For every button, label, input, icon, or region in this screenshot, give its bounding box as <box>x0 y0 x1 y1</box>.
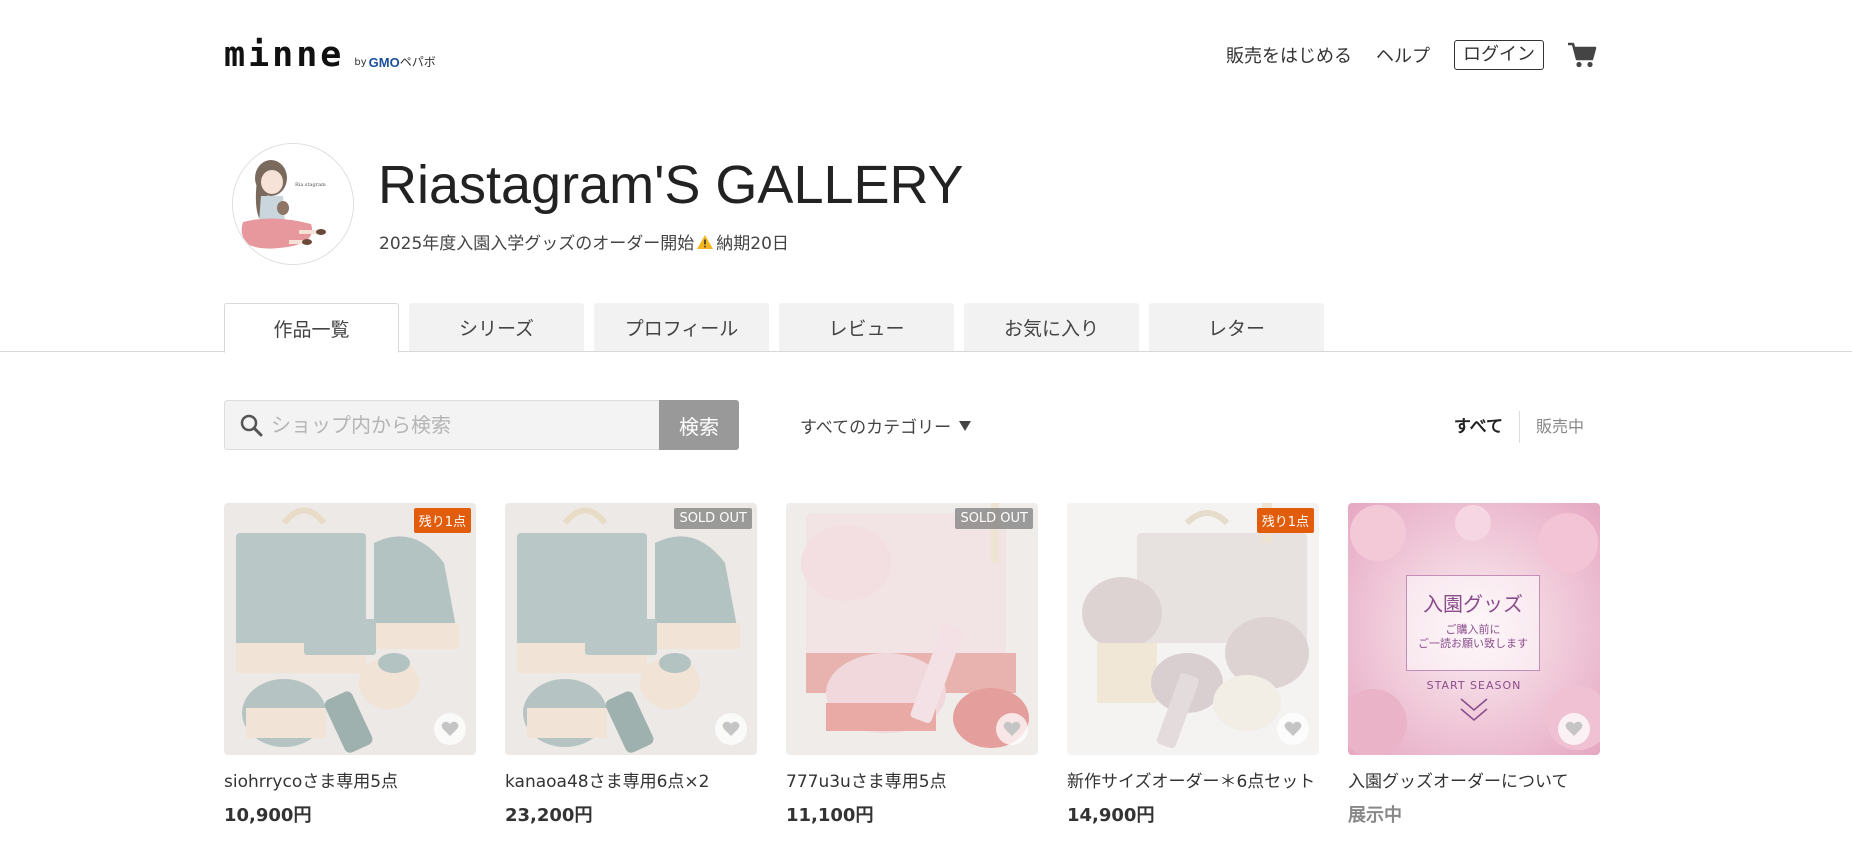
item-grid: 残り1点 siohrrycoさま専用5点 10,900円 SOLD OUT ka… <box>224 503 1600 827</box>
tab-favorites[interactable]: お気に入り <box>964 303 1139 351</box>
filter-all[interactable]: すべて <box>1454 411 1520 443</box>
category-select[interactable]: すべてのカテゴリー <box>800 413 972 438</box>
shop-description-deadline: 納期20日 <box>716 234 789 254</box>
item-title[interactable]: 777u3uさま専用5点 <box>786 767 1038 792</box>
shop-tabs: 作品一覧 シリーズ プロフィール レビュー お気に入り レター <box>224 303 1334 353</box>
notice-frame: 入園グッズ ご購入前に ご一読お願い致します <box>1406 575 1540 671</box>
sold-out-badge: SOLD OUT <box>955 508 1033 529</box>
login-button[interactable]: ログイン <box>1454 40 1544 70</box>
item-thumbnail[interactable]: 残り1点 <box>1067 503 1319 755</box>
favorite-heart-icon[interactable] <box>996 713 1028 745</box>
item-title[interactable]: siohrrycoさま専用5点 <box>224 767 476 792</box>
item-price: 10,900円 <box>224 805 312 826</box>
item-price: 23,200円 <box>505 805 593 826</box>
favorite-heart-icon[interactable] <box>434 713 466 745</box>
help-link[interactable]: ヘルプ <box>1376 42 1430 68</box>
search-input[interactable] <box>271 413 651 437</box>
svg-text:Ria.stagram: Ria.stagram <box>295 182 326 188</box>
minne-logo[interactable]: minne by GMO ペパボ <box>224 35 436 75</box>
item-price: 11,100円 <box>786 805 874 826</box>
notice-line: ご一読お願い致します <box>1418 637 1528 650</box>
item-card[interactable]: SOLD OUT kanaoa48さま専用6点×2 23,200円 <box>505 503 757 827</box>
shop-description-text: 2025年度入園入学グッズのオーダー開始 <box>379 234 695 254</box>
item-card[interactable]: 残り1点 新作サイズオーダー＊6点セット 14,900円 <box>1067 503 1319 827</box>
logo-gmo: GMO <box>368 55 400 70</box>
item-thumbnail[interactable]: SOLD OUT <box>786 503 1038 755</box>
item-thumbnail[interactable]: 残り1点 <box>224 503 476 755</box>
sold-out-badge: SOLD OUT <box>674 508 752 529</box>
shop-description: 2025年度入園入学グッズのオーダー開始 納期20日 <box>379 229 789 254</box>
search-icon <box>239 413 263 437</box>
stock-badge: 残り1点 <box>1256 508 1314 533</box>
item-title[interactable]: kanaoa48さま専用6点×2 <box>505 767 757 792</box>
notice-line: ご購入前に <box>1445 623 1501 636</box>
item-card[interactable]: SOLD OUT 777u3uさま専用5点 11,100円 <box>786 503 1038 827</box>
tab-series[interactable]: シリーズ <box>409 303 584 351</box>
warning-icon <box>696 234 714 250</box>
header-nav: 販売をはじめる ヘルプ ログイン <box>1202 38 1598 72</box>
shop-avatar: Ria.stagram <box>232 143 354 265</box>
logo-wordmark: minne <box>224 35 345 75</box>
sale-filter: すべて 販売中 <box>1454 411 1584 443</box>
item-price: 14,900円 <box>1067 805 1155 826</box>
category-label: すべてのカテゴリー <box>800 418 952 438</box>
logo-pepabo: ペパボ <box>399 55 436 69</box>
tab-reviews[interactable]: レビュー <box>779 303 954 351</box>
shop-name: Riastagram'S GALLERY <box>378 155 964 215</box>
item-thumbnail[interactable]: SOLD OUT <box>505 503 757 755</box>
favorite-heart-icon[interactable] <box>715 713 747 745</box>
item-title[interactable]: 新作サイズオーダー＊6点セット <box>1067 767 1319 792</box>
tab-letter[interactable]: レター <box>1149 303 1324 351</box>
chevron-down-icon <box>1459 697 1489 727</box>
cart-icon[interactable] <box>1566 39 1598 71</box>
item-status: 展示中 <box>1348 805 1402 826</box>
item-title[interactable]: 入園グッズオーダーについて <box>1348 767 1600 792</box>
tab-profile[interactable]: プロフィール <box>594 303 769 351</box>
notice-title: 入園グッズ <box>1423 592 1523 616</box>
item-card[interactable]: 入園グッズ ご購入前に ご一読お願い致します START SEASON 入園グッ… <box>1348 503 1600 827</box>
item-thumbnail[interactable]: 入園グッズ ご購入前に ご一読お願い致します START SEASON <box>1348 503 1600 755</box>
item-card[interactable]: 残り1点 siohrrycoさま専用5点 10,900円 <box>224 503 476 827</box>
notice-season: START SEASON <box>1426 679 1522 692</box>
filter-on-sale[interactable]: 販売中 <box>1520 411 1584 443</box>
tab-works[interactable]: 作品一覧 <box>224 303 399 353</box>
logo-by: by <box>354 57 367 68</box>
search-button[interactable]: 検索 <box>659 400 739 450</box>
shop-search <box>224 400 660 450</box>
stock-badge: 残り1点 <box>413 508 471 533</box>
caret-down-icon <box>959 420 972 431</box>
favorite-heart-icon[interactable] <box>1277 713 1309 745</box>
favorite-heart-icon[interactable] <box>1558 713 1590 745</box>
start-selling-link[interactable]: 販売をはじめる <box>1226 42 1352 68</box>
